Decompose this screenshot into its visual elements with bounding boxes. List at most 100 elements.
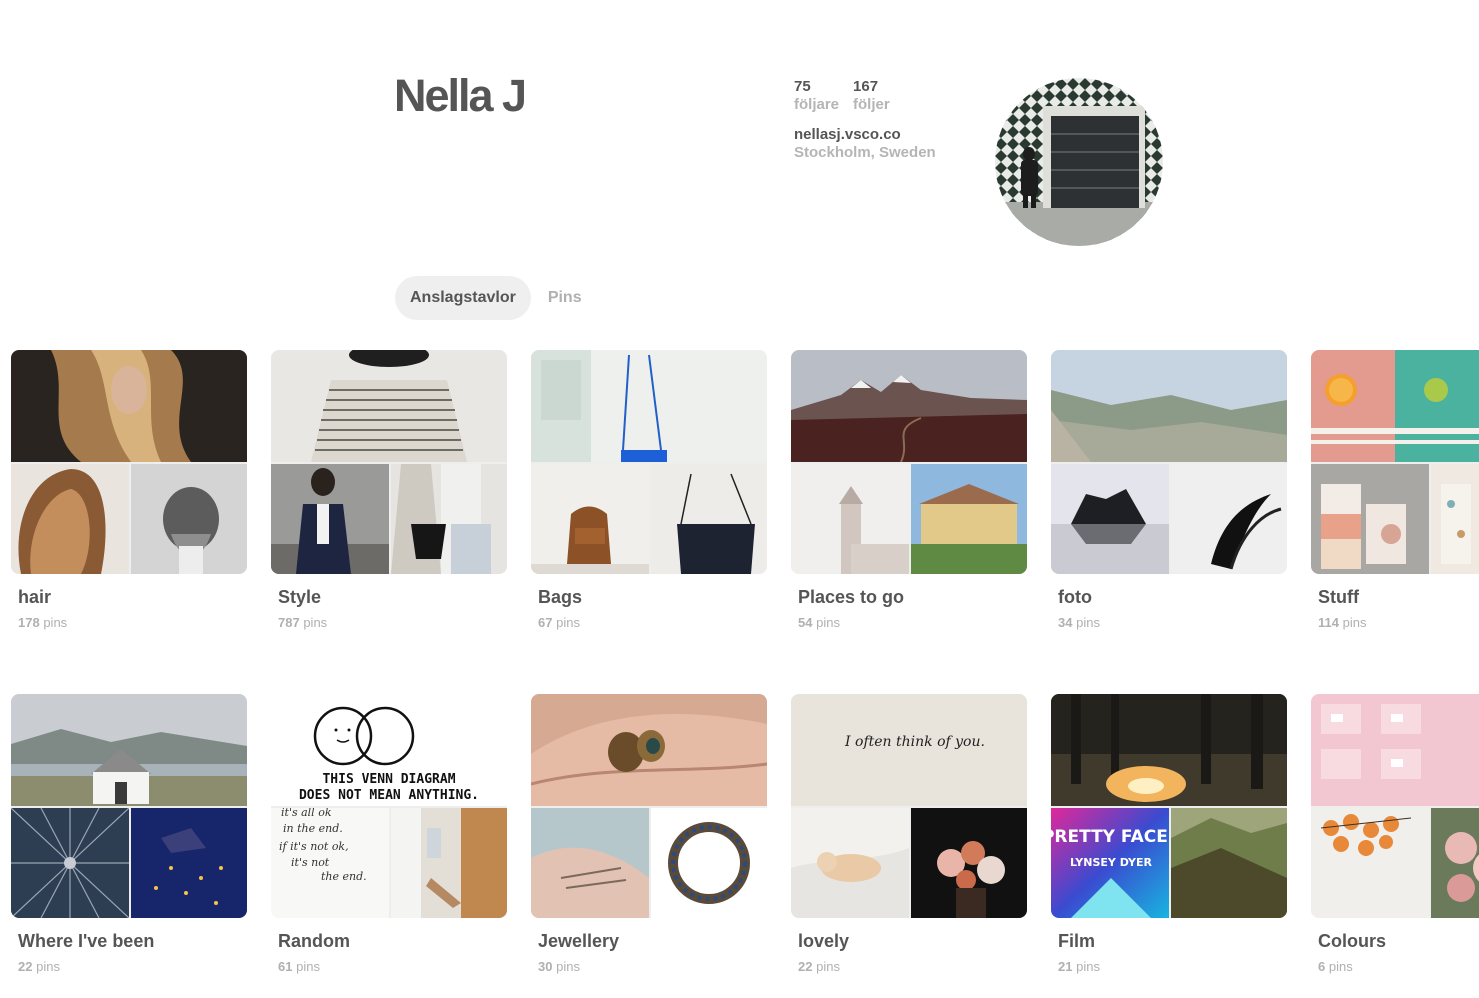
board-title: Film bbox=[1058, 931, 1096, 951]
cover-image bbox=[1051, 694, 1287, 806]
cover-image bbox=[391, 808, 507, 918]
cover-image bbox=[131, 464, 247, 574]
board-foto[interactable]: foto 34 pins bbox=[1051, 350, 1287, 630]
board-pin-count: 22 pins bbox=[18, 959, 60, 974]
following-count: 167 bbox=[853, 78, 879, 95]
pin-count-number: 178 bbox=[18, 615, 40, 630]
pin-count-label: pins bbox=[816, 959, 840, 974]
cover-image bbox=[11, 350, 247, 462]
board-stuff[interactable]: Stuff 114 pins bbox=[1311, 350, 1479, 630]
cover-image bbox=[391, 464, 507, 574]
board-places-to-go[interactable]: Places to go 54 pins bbox=[791, 350, 1027, 630]
pin-count-number: 787 bbox=[278, 615, 300, 630]
website-link[interactable]: nellasj.vsco.co bbox=[794, 126, 901, 143]
cover-image bbox=[791, 350, 1027, 462]
pin-count-label: pins bbox=[556, 959, 580, 974]
profile-tabs: Anslagstavlor Pins bbox=[395, 276, 597, 320]
followers-count: 75 bbox=[794, 78, 811, 95]
pin-count-number: 54 bbox=[798, 615, 813, 630]
cover-image bbox=[1311, 808, 1429, 918]
pin-count-number: 61 bbox=[278, 959, 293, 974]
cover-image bbox=[531, 350, 767, 462]
followers-label: följare bbox=[794, 96, 840, 113]
board-title: Places to go bbox=[798, 587, 905, 607]
board-hair[interactable]: hair 178 pins bbox=[11, 350, 247, 630]
cover-image: it's all ok in the end. if it's not ok, … bbox=[271, 808, 389, 918]
board-cover bbox=[271, 350, 507, 574]
cover-image: PRETTY FACES LYNSEY DYER bbox=[1051, 808, 1169, 918]
board-pin-count: 67 pins bbox=[538, 615, 580, 630]
following-label: följer bbox=[853, 96, 890, 113]
board-cover bbox=[1311, 350, 1479, 574]
board-cover bbox=[11, 350, 247, 574]
cover-image bbox=[911, 464, 1027, 574]
followers-stat[interactable]: 75 följare bbox=[794, 78, 839, 114]
following-stat[interactable]: 167 följer bbox=[853, 78, 890, 114]
cover-image bbox=[11, 808, 129, 918]
board-pin-count: 54 pins bbox=[798, 615, 840, 630]
pin-count-label: pins bbox=[1328, 959, 1353, 974]
cover-image bbox=[531, 694, 767, 806]
tab-boards[interactable]: Anslagstavlor bbox=[395, 276, 531, 320]
board-pin-count: 30 pins bbox=[538, 959, 580, 974]
board-lovely[interactable]: I often think of you. lovely 22 pins bbox=[791, 694, 1027, 974]
cover-image: THIS VENN DIAGRAM DOES NOT MEAN ANYTHING… bbox=[271, 694, 507, 806]
pin-count-number: 30 bbox=[538, 959, 553, 974]
pin-count-label: pins bbox=[43, 615, 68, 630]
board-style[interactable]: Style 787 pins bbox=[271, 350, 507, 630]
board-title: lovely bbox=[798, 931, 850, 951]
avatar-image bbox=[995, 78, 1163, 246]
board-random[interactable]: THIS VENN DIAGRAM DOES NOT MEAN ANYTHING… bbox=[271, 694, 507, 974]
board-colours[interactable]: Colours 6 pins bbox=[1311, 694, 1479, 974]
board-title: Jewellery bbox=[538, 931, 620, 951]
board-pin-count: 34 pins bbox=[1058, 615, 1100, 630]
board-cover bbox=[531, 350, 767, 574]
board-jewellery[interactable]: Jewellery 30 pins bbox=[531, 694, 767, 974]
pin-count-number: 21 bbox=[1058, 959, 1073, 974]
pin-count-number: 114 bbox=[1318, 615, 1339, 630]
film-title: PRETTY FACES bbox=[1051, 827, 1169, 847]
board-pin-count: 787 pins bbox=[278, 615, 327, 630]
svg-text:in the end.: in the end. bbox=[283, 822, 343, 835]
pin-count-label: pins bbox=[1342, 615, 1367, 630]
board-cover bbox=[791, 350, 1027, 574]
svg-text:the end.: the end. bbox=[321, 870, 367, 883]
cover-image bbox=[271, 350, 507, 462]
pin-count-label: pins bbox=[1076, 615, 1100, 630]
pin-count-number: 22 bbox=[798, 959, 813, 974]
location-text: Stockholm, Sweden bbox=[794, 144, 936, 161]
cover-image bbox=[1311, 350, 1479, 462]
pin-count-label: pins bbox=[296, 959, 320, 974]
board-title: Stuff bbox=[1318, 587, 1359, 607]
board-cover: PRETTY FACES LYNSEY DYER bbox=[1051, 694, 1287, 918]
cover-image bbox=[1431, 808, 1479, 918]
pin-count-label: pins bbox=[556, 615, 580, 630]
board-film[interactable]: PRETTY FACES LYNSEY DYER Film 21 pins bbox=[1051, 694, 1287, 974]
profile-page: Nella J 75 följare 167 följer nellasj.vs… bbox=[0, 0, 1479, 998]
venn-line-2: DOES NOT MEAN ANYTHING. bbox=[299, 788, 479, 803]
pin-count-label: pins bbox=[1076, 959, 1100, 974]
cover-image bbox=[1171, 808, 1287, 918]
cover-image: I often think of you. bbox=[791, 694, 1027, 806]
pin-count-number: 22 bbox=[18, 959, 33, 974]
venn-line-1: THIS VENN DIAGRAM bbox=[322, 772, 455, 787]
cover-image bbox=[131, 808, 247, 918]
board-where-ive-been[interactable]: Where I've been 22 pins bbox=[11, 694, 247, 974]
cover-image bbox=[1051, 350, 1287, 462]
board-pin-count: 61 pins bbox=[278, 959, 320, 974]
lovely-handwriting: I often think of you. bbox=[844, 734, 985, 750]
board-cover bbox=[531, 694, 767, 918]
cover-image bbox=[911, 808, 1027, 918]
svg-text:it's not: it's not bbox=[291, 856, 330, 869]
board-bags[interactable]: Bags 67 pins bbox=[531, 350, 767, 630]
board-cover bbox=[1051, 350, 1287, 574]
board-pin-count: 22 pins bbox=[798, 959, 840, 974]
cover-image bbox=[11, 464, 129, 574]
board-title: Random bbox=[278, 931, 350, 951]
tab-pins[interactable]: Pins bbox=[533, 276, 597, 320]
film-credit: LYNSEY DYER bbox=[1070, 856, 1153, 869]
board-pin-count: 6 pins bbox=[1318, 959, 1353, 974]
board-cover bbox=[1311, 694, 1479, 918]
cover-image bbox=[1051, 464, 1169, 574]
board-cover bbox=[11, 694, 247, 918]
